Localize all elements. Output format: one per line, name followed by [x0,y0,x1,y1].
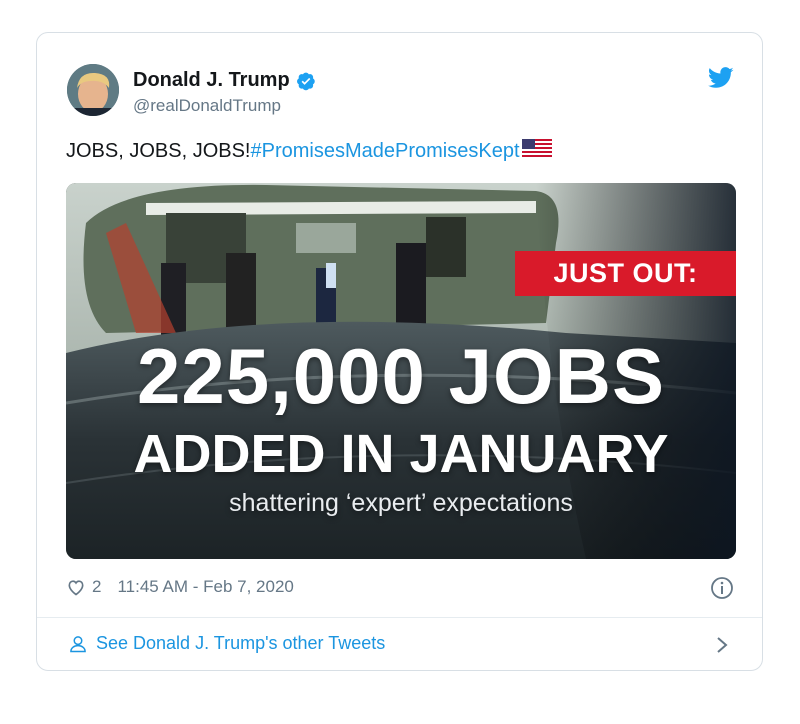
other-tweets-link[interactable]: See Donald J. Trump's other Tweets [68,633,385,654]
tweet-timestamp[interactable]: 11:45 AM - Feb 7, 2020 [117,577,293,597]
headline-january: ADDED IN JANUARY [133,424,669,484]
verified-badge-icon [296,72,315,90]
twitter-bird-icon[interactable] [708,67,734,89]
heart-icon[interactable] [66,577,86,597]
us-flag-icon [521,139,552,159]
other-tweets-label[interactable]: See Donald J. Trump's other Tweets [96,633,385,654]
person-icon [70,635,86,652]
hashtag-link[interactable]: #PromisesMadePromisesKept [251,140,520,162]
tweet-text: JOBS, JOBS, JOBS!#PromisesMadePromisesKe… [66,139,552,163]
tweet-image[interactable]: JUST OUT: 225,000 JOBS ADDED IN JANUARY … [66,183,736,559]
subline: shattering ‘expert’ expectations [229,489,573,517]
author-name[interactable]: Donald J. Trump [133,69,290,92]
info-icon[interactable] [710,576,734,600]
author-handle[interactable]: @realDonaldTrump [133,96,281,116]
divider [37,617,762,618]
headline-jobs: 225,000 JOBS [136,332,666,420]
chevron-right-icon[interactable] [714,635,730,655]
avatar[interactable] [67,64,119,116]
tweet-text-plain: JOBS, JOBS, JOBS! [66,140,251,162]
tweet-card: Donald J. Trump @realDonaldTrump JOBS, J… [36,32,763,671]
like-count: 2 [92,577,102,596]
just-out-badge: JUST OUT: [515,251,736,296]
